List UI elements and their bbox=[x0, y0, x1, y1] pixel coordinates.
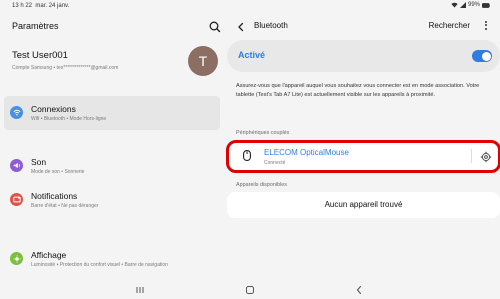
menu-item-subtitle: Mode de son • Sonnerie bbox=[31, 169, 85, 175]
mouse-icon bbox=[243, 150, 251, 161]
paired-section-label: Périphériques couplés bbox=[236, 130, 290, 136]
menu-item-title: Son bbox=[31, 157, 47, 167]
status-time: 13 h 22 bbox=[12, 3, 33, 9]
wifi-icon bbox=[10, 106, 23, 119]
divider bbox=[471, 149, 472, 163]
menu-item-affichage[interactable]: Affichage Luminosité • Protection du con… bbox=[4, 242, 220, 276]
signal-icon bbox=[459, 2, 466, 8]
search-button[interactable] bbox=[208, 20, 222, 34]
toggle-knob bbox=[481, 51, 491, 61]
menu-item-connexions[interactable]: Connexions Wifi • Bluetooth • Mode Hors-… bbox=[4, 96, 220, 130]
device-status: Connecté bbox=[264, 160, 286, 166]
recent-apps-icon bbox=[136, 287, 144, 293]
menu-item-title: Connexions bbox=[31, 104, 76, 114]
bluetooth-description: Assurez-vous que l'appareil auquel vous … bbox=[236, 83, 480, 98]
sound-icon bbox=[10, 159, 23, 172]
back-nav-button[interactable] bbox=[352, 284, 366, 296]
search-devices-button[interactable]: Rechercher bbox=[429, 21, 470, 30]
battery-icon bbox=[482, 2, 490, 8]
available-section-label: Appareils disponibles bbox=[236, 182, 287, 188]
gear-icon bbox=[480, 151, 492, 163]
available-devices-card: Aucun appareil trouvé bbox=[227, 192, 500, 218]
back-icon bbox=[356, 285, 362, 295]
status-date: mar. 24 janv. bbox=[35, 3, 70, 9]
status-bar: 13 h 22 mar. 24 janv. 99% bbox=[0, 0, 500, 12]
bluetooth-title: Bluetooth bbox=[254, 21, 288, 30]
navigation-bar bbox=[0, 282, 500, 299]
settings-pane: Paramètres Test User001 Compte Samsung •… bbox=[0, 12, 227, 282]
no-devices-text: Aucun appareil trouvé bbox=[324, 200, 403, 209]
wifi-icon bbox=[451, 2, 458, 8]
home-icon bbox=[246, 286, 254, 294]
device-settings-button[interactable] bbox=[480, 150, 492, 163]
search-icon bbox=[209, 21, 221, 33]
account-subtitle: Compte Samsung • tes**************@gmail… bbox=[12, 65, 119, 71]
battery-level: 99% bbox=[467, 2, 480, 8]
back-button[interactable] bbox=[235, 20, 247, 32]
chevron-left-icon bbox=[238, 22, 244, 32]
menu-item-title: Notifications bbox=[31, 191, 78, 201]
status-time-date: 13 h 22 mar. 24 janv. bbox=[12, 3, 69, 9]
menu-item-notifications[interactable]: Notifications Barre d'état • Ne pas déra… bbox=[4, 183, 220, 217]
menu-item-son[interactable]: Son Mode de son • Sonnerie bbox=[4, 149, 220, 183]
status-icons: 99% bbox=[451, 2, 490, 8]
account-name: Test User001 bbox=[12, 50, 68, 61]
more-options-button[interactable] bbox=[480, 18, 492, 32]
menu-item-subtitle: Luminosité • Protection du confort visue… bbox=[31, 262, 168, 268]
page-title: Paramètres bbox=[12, 21, 59, 31]
bluetooth-toggle-row[interactable]: Activé bbox=[227, 40, 500, 72]
settings-header: Paramètres bbox=[12, 20, 222, 34]
bluetooth-pane: Bluetooth Rechercher Activé Assurez-vous… bbox=[226, 12, 500, 282]
toggle-label: Activé bbox=[238, 50, 266, 60]
menu-item-title: Affichage bbox=[31, 250, 67, 260]
avatar[interactable]: T bbox=[188, 46, 218, 76]
paired-device-row[interactable]: ELECOM OpticalMouse Connecté bbox=[227, 141, 500, 171]
home-button[interactable] bbox=[243, 284, 257, 296]
display-icon bbox=[10, 252, 23, 265]
menu-item-subtitle: Barre d'état • Ne pas déranger bbox=[31, 203, 99, 209]
bluetooth-toggle[interactable] bbox=[472, 50, 492, 62]
notification-icon bbox=[10, 193, 23, 206]
recent-apps-button[interactable] bbox=[133, 284, 147, 296]
device-name: ELECOM OpticalMouse bbox=[264, 148, 349, 157]
account-row[interactable]: Test User001 Compte Samsung • tes*******… bbox=[12, 46, 222, 82]
menu-item-subtitle: Wifi • Bluetooth • Mode Hors-ligne bbox=[31, 116, 107, 122]
